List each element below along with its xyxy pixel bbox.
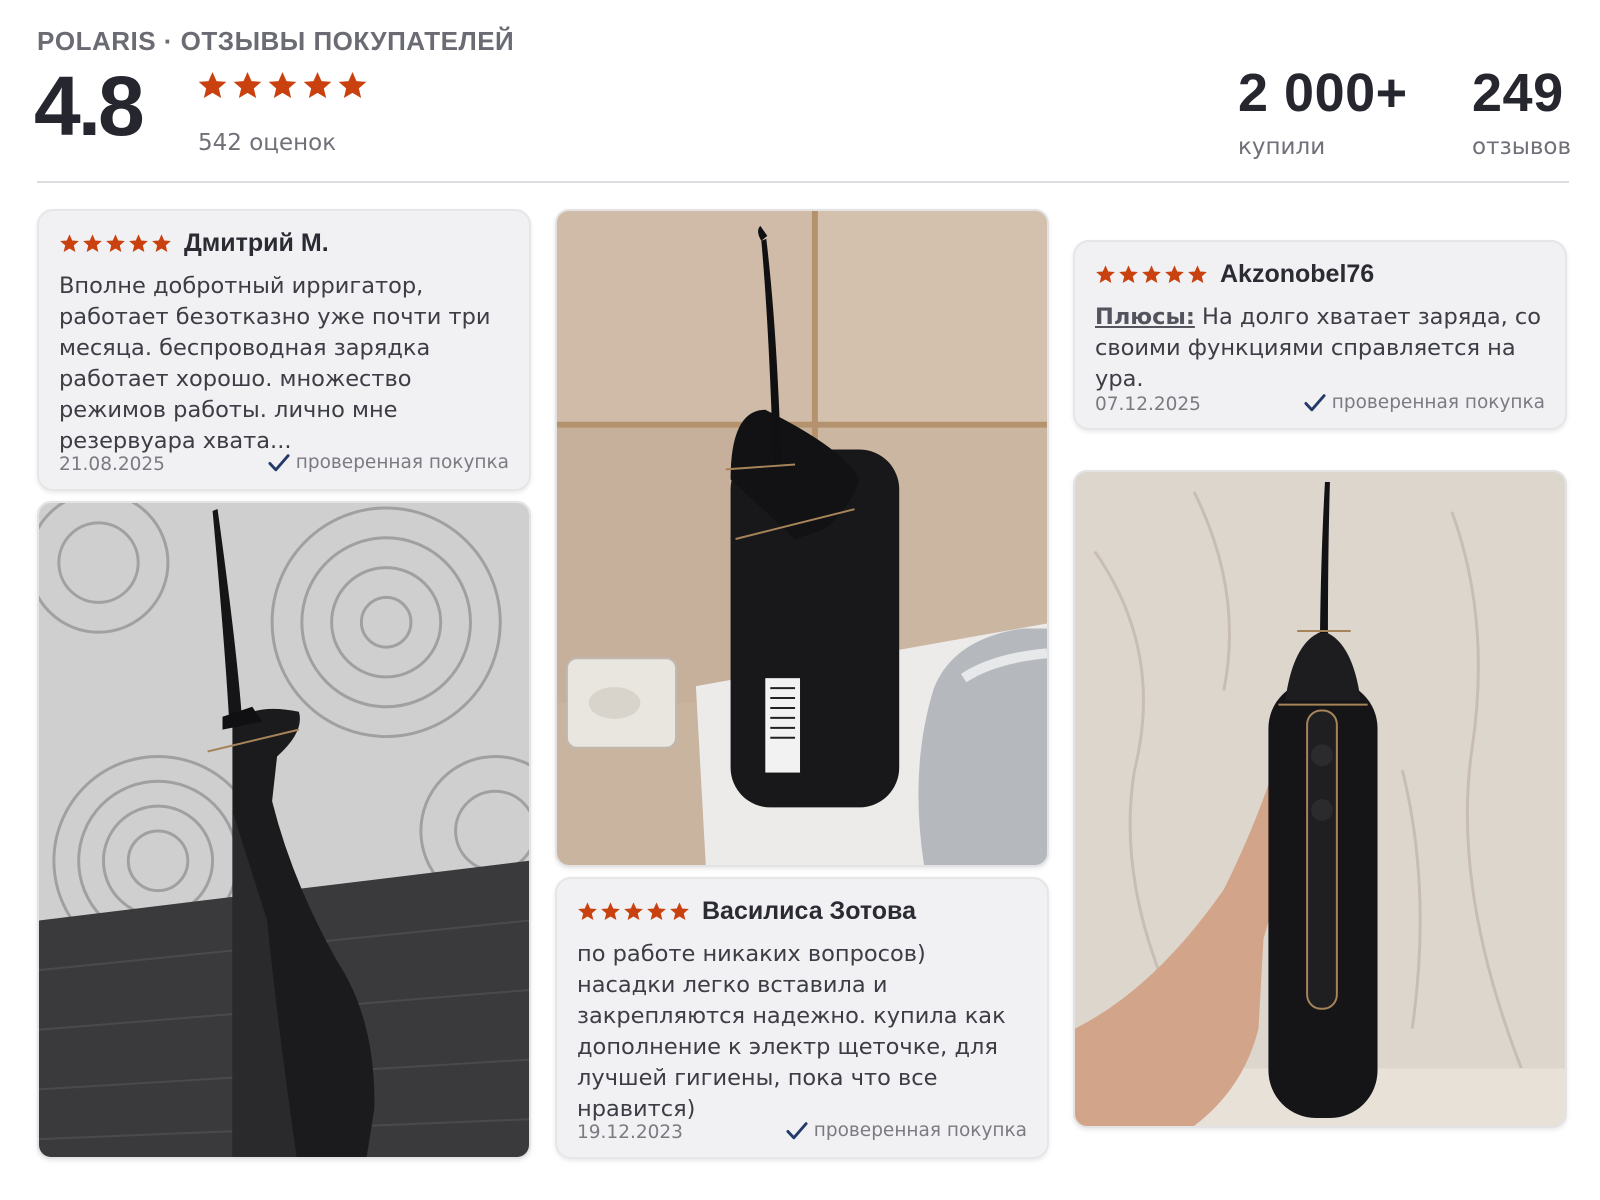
star-icon — [623, 901, 644, 922]
stat-reviews: 249 отзывов — [1472, 62, 1571, 160]
verified-label: проверенная покупка — [295, 452, 509, 473]
review-author: Дмитрий М. — [184, 229, 329, 257]
star-icon — [82, 233, 103, 254]
review-text: Вполне добротный ирригатор, работает без… — [59, 273, 491, 454]
review-stars — [59, 233, 172, 254]
star-icon — [105, 233, 126, 254]
brand-title: POLARIS · ОТЗЫВЫ ПОКУПАТЕЛЕЙ — [37, 26, 515, 56]
review-card[interactable]: Дмитрий М. Вполне добротный ирригатор, р… — [37, 209, 531, 491]
review-card[interactable]: Василиса Зотова по работе никаких вопрос… — [555, 877, 1049, 1159]
stat-bought: 2 000+ купили — [1238, 62, 1408, 160]
header-divider — [37, 181, 1569, 183]
pros-label: Плюсы: — [1095, 304, 1195, 330]
star-icon — [1187, 264, 1208, 285]
star-icon — [1164, 264, 1185, 285]
review-text: по работе никаких вопросов) насадки легк… — [577, 941, 1006, 1122]
star-icon — [232, 70, 263, 101]
star-icon — [1118, 264, 1139, 285]
star-icon — [669, 901, 690, 922]
review-stars — [1095, 264, 1208, 285]
ratings-count: 542 оценок — [198, 130, 337, 156]
review-photo[interactable] — [1073, 470, 1567, 1128]
review-photo[interactable] — [37, 501, 531, 1159]
verified-purchase: проверенная покупка — [786, 1120, 1027, 1141]
star-icon — [151, 233, 172, 254]
stat-bought-label: купили — [1238, 134, 1326, 160]
star-icon — [197, 70, 228, 101]
star-icon — [1095, 264, 1116, 285]
verified-purchase: проверенная покупка — [1304, 392, 1545, 413]
review-card[interactable]: Akzonobel76 Плюсы: На долго хватает заря… — [1073, 240, 1567, 430]
star-icon — [128, 233, 149, 254]
stat-reviews-label: отзывов — [1472, 134, 1572, 160]
star-icon — [646, 901, 667, 922]
review-photo[interactable] — [555, 209, 1049, 867]
review-date: 19.12.2023 — [577, 1122, 683, 1143]
verified-label: проверенная покупка — [813, 1120, 1027, 1141]
star-icon — [577, 901, 598, 922]
star-icon — [59, 233, 80, 254]
checkmark-icon — [1304, 393, 1326, 413]
review-date: 07.12.2025 — [1095, 394, 1201, 415]
star-icon — [600, 901, 621, 922]
review-author: Akzonobel76 — [1220, 260, 1375, 288]
star-icon — [1141, 264, 1162, 285]
review-author: Василиса Зотова — [702, 897, 916, 925]
stat-bought-value: 2 000+ — [1238, 63, 1408, 123]
star-icon — [302, 70, 333, 101]
star-icon — [337, 70, 368, 101]
review-text: Плюсы: На долго хватает заряда, со своим… — [1095, 302, 1547, 395]
rating-stars — [197, 70, 368, 101]
star-icon — [267, 70, 298, 101]
review-stars — [577, 901, 690, 922]
average-rating: 4.8 — [34, 59, 145, 153]
verified-label: проверенная покупка — [1331, 392, 1545, 413]
stat-reviews-value: 249 — [1472, 63, 1564, 123]
review-date: 21.08.2025 — [59, 454, 165, 475]
checkmark-icon — [268, 453, 290, 473]
verified-purchase: проверенная покупка — [268, 452, 509, 473]
checkmark-icon — [786, 1121, 808, 1141]
